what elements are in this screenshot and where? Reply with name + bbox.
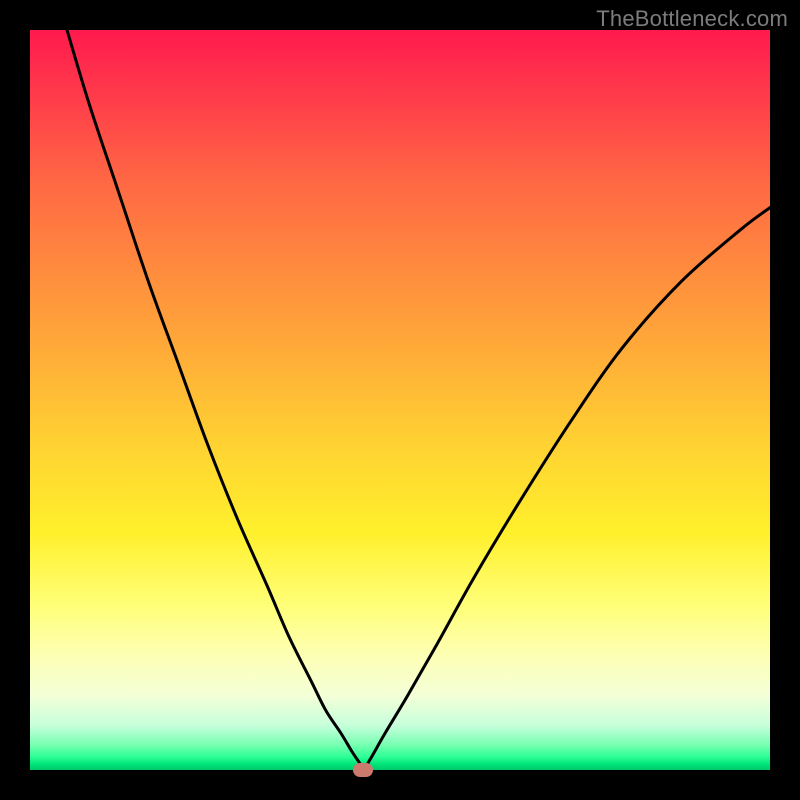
optimal-point-marker [353,763,373,777]
watermark-text: TheBottleneck.com [596,6,788,32]
bottleneck-curve [67,30,770,770]
outer-frame: TheBottleneck.com [0,0,800,800]
curve-svg [30,30,770,770]
